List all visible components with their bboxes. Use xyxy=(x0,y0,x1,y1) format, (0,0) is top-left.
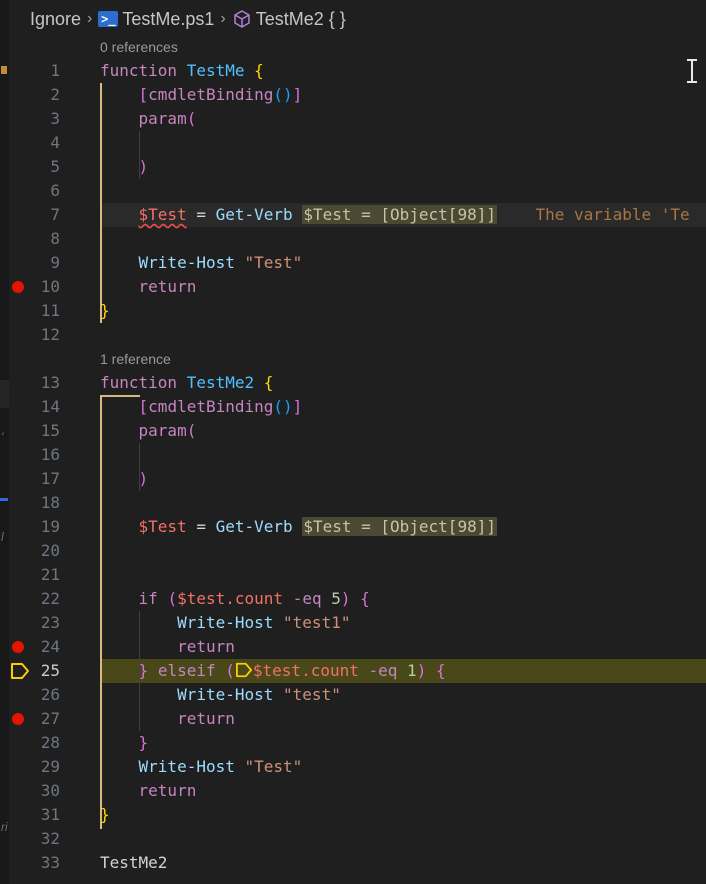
line-number: 13 xyxy=(40,373,60,392)
code-line: 16 xyxy=(0,443,706,467)
line-number: 24 xyxy=(40,637,60,656)
inline-breakpoint-icon[interactable] xyxy=(235,662,253,678)
line-number: 30 xyxy=(40,781,60,800)
code-line: 11 } xyxy=(0,299,706,323)
line-number: 33 xyxy=(40,853,60,872)
line-number: 29 xyxy=(40,757,60,776)
inlay-hint: $Test = [Object[98]] xyxy=(302,517,497,536)
code-line: 25 } elseif ($test.count -eq 1) { xyxy=(0,659,706,683)
code-line: 19 $Test = Get-Verb $Test = [Object[98]] xyxy=(0,515,706,539)
line-number: 22 xyxy=(40,589,60,608)
code-line: 29 Write-Host "Test" xyxy=(0,755,706,779)
code-line: 6 xyxy=(0,179,706,203)
line-number: 21 xyxy=(40,565,60,584)
code-line: 8 xyxy=(0,227,706,251)
code-line: 30 return xyxy=(0,779,706,803)
breakpoint-icon[interactable] xyxy=(12,641,24,653)
line-number: 23 xyxy=(40,613,60,632)
line-number: 8 xyxy=(50,229,60,248)
line-number: 17 xyxy=(40,469,60,488)
codelens-references[interactable]: 0 references xyxy=(100,37,178,57)
line-number: 9 xyxy=(50,253,60,272)
code-line: 26 Write-Host "test" xyxy=(0,683,706,707)
code-line: 14 [cmdletBinding()] xyxy=(0,395,706,419)
inline-diagnostic: The variable 'Te xyxy=(535,205,690,224)
line-number: 11 xyxy=(40,301,60,320)
code-line: 18 xyxy=(0,491,706,515)
line-number: 12 xyxy=(40,325,60,344)
code-line: 5 ) xyxy=(0,155,706,179)
line-number: 10 xyxy=(40,277,60,296)
code-line: 28 } xyxy=(0,731,706,755)
line-number: 19 xyxy=(40,517,60,536)
code-line: 27 return xyxy=(0,707,706,731)
code-line: 17 ) xyxy=(0,467,706,491)
code-line: 23 Write-Host "test1" xyxy=(0,611,706,635)
line-number: 26 xyxy=(40,685,60,704)
code-line: 7 $Test = Get-Verb $Test = [Object[98]] … xyxy=(0,203,706,227)
code-line: 13 function TestMe2 { xyxy=(0,371,706,395)
codelens-references[interactable]: 1 reference xyxy=(100,349,171,369)
line-number: 31 xyxy=(40,805,60,824)
code-line: 31 } xyxy=(0,803,706,827)
code-line: 2 [cmdletBinding()] xyxy=(0,83,706,107)
code-line: 20 xyxy=(0,539,706,563)
code-line: 3 param( xyxy=(0,107,706,131)
debug-current-line-icon[interactable] xyxy=(10,662,30,680)
line-number: 18 xyxy=(40,493,60,512)
line-number: 4 xyxy=(50,133,60,152)
code-line: 12 xyxy=(0,323,706,347)
code-line: 22 if ($test.count -eq 5) { xyxy=(0,587,706,611)
inlay-hint: $Test = [Object[98]] xyxy=(302,205,497,224)
line-number: 7 xyxy=(50,205,60,224)
line-number: 6 xyxy=(50,181,60,200)
code-line: 33 TestMe2 xyxy=(0,851,706,875)
line-number: 28 xyxy=(40,733,60,752)
line-number: 16 xyxy=(40,445,60,464)
line-number: 5 xyxy=(50,157,60,176)
line-number: 25 xyxy=(40,661,60,680)
code-line: 1 function TestMe { xyxy=(0,59,706,83)
line-number: 14 xyxy=(40,397,60,416)
code-line: 4 xyxy=(0,131,706,155)
line-number: 15 xyxy=(40,421,60,440)
code-line: 10 return xyxy=(0,275,706,299)
line-number: 20 xyxy=(40,541,60,560)
line-number: 27 xyxy=(40,709,60,728)
breakpoint-icon[interactable] xyxy=(12,713,24,725)
code-line: 24 return xyxy=(0,635,706,659)
line-number: 3 xyxy=(50,109,60,128)
breakpoint-icon[interactable] xyxy=(12,281,24,293)
line-number: 1 xyxy=(50,61,60,80)
code-line: 9 Write-Host "Test" xyxy=(0,251,706,275)
line-number: 2 xyxy=(50,85,60,104)
code-line: 15 param( xyxy=(0,419,706,443)
code-line: 32 xyxy=(0,827,706,851)
code-line: 21 xyxy=(0,563,706,587)
line-number: 32 xyxy=(40,829,60,848)
code-editor[interactable]: 0 references 1 reference 1 function Test… xyxy=(0,0,706,884)
